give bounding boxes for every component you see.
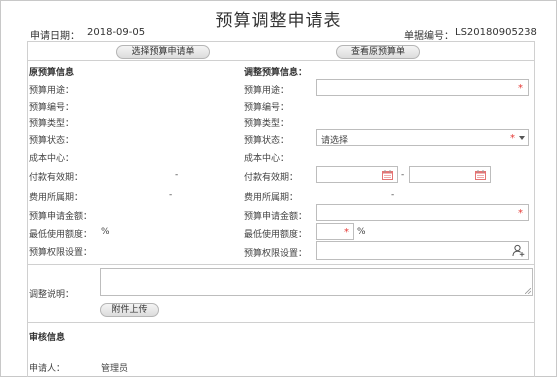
table-top-border bbox=[27, 41, 534, 42]
approval-heading: 审核信息 bbox=[29, 333, 66, 343]
select-budget-button[interactable]: 选择预算申请单 bbox=[116, 45, 210, 59]
view-budget-button[interactable]: 查看原预算单 bbox=[336, 45, 420, 59]
left-cost-center-label: 成本中心： bbox=[29, 154, 75, 164]
right-purpose-label: 预算用途： bbox=[244, 86, 290, 96]
user-add-icon[interactable] bbox=[512, 244, 525, 257]
remarks-label: 调整说明： bbox=[29, 290, 75, 300]
calendar-icon[interactable] bbox=[382, 170, 393, 180]
payment-start-date-input[interactable] bbox=[316, 166, 398, 183]
required-marker: * bbox=[510, 133, 515, 144]
adjusted-budget-heading: 调整预算信息： bbox=[244, 68, 308, 78]
left-min-usage-percent: % bbox=[101, 227, 110, 237]
table-header-divider bbox=[27, 60, 534, 61]
right-expense-period-dash: - bbox=[391, 190, 395, 200]
required-marker: * bbox=[344, 227, 349, 238]
left-expense-period-dash: - bbox=[169, 190, 173, 200]
resize-grip-icon[interactable] bbox=[525, 288, 531, 294]
permission-input[interactable] bbox=[316, 241, 529, 260]
remarks-textarea[interactable] bbox=[100, 268, 533, 296]
required-marker: * bbox=[518, 83, 523, 94]
right-status-label: 预算状态： bbox=[244, 136, 290, 146]
doc-number-value: LS20180905238 bbox=[455, 27, 537, 38]
left-payment-period-dash: - bbox=[175, 170, 179, 180]
right-permission-label: 预算权限设置： bbox=[244, 249, 308, 259]
left-status-label: 预算状态： bbox=[29, 136, 75, 146]
table-right-border bbox=[534, 41, 535, 377]
left-payment-period-label: 付款有效期： bbox=[29, 173, 84, 183]
form-frame bbox=[0, 0, 557, 377]
right-cost-center-label: 成本中心： bbox=[244, 154, 290, 164]
right-amount-label: 预算申请金额： bbox=[244, 212, 308, 222]
status-select[interactable]: 请选择 * bbox=[316, 129, 529, 146]
left-number-label: 预算编号： bbox=[29, 103, 75, 113]
payment-range-separator: - bbox=[401, 170, 405, 180]
apply-date-label: 申请日期： bbox=[30, 31, 80, 42]
amount-input[interactable]: * bbox=[316, 204, 529, 221]
right-number-label: 预算编号： bbox=[244, 103, 290, 113]
min-usage-input[interactable]: * bbox=[316, 223, 354, 240]
right-min-usage-percent: % bbox=[357, 227, 366, 237]
purpose-input[interactable]: * bbox=[316, 79, 529, 96]
table-approval-divider bbox=[27, 322, 534, 323]
applicant-label: 申请人： bbox=[29, 364, 66, 374]
payment-end-date-input[interactable] bbox=[409, 166, 491, 183]
left-expense-period-label: 费用所属期： bbox=[29, 193, 84, 203]
left-amount-label: 预算申请金额： bbox=[29, 212, 93, 222]
right-expense-period-label: 费用所属期： bbox=[244, 193, 299, 203]
left-permission-label: 预算权限设置： bbox=[29, 248, 93, 258]
left-purpose-label: 预算用途： bbox=[29, 86, 75, 96]
calendar-icon[interactable] bbox=[475, 170, 486, 180]
doc-number-label: 单据编号： bbox=[404, 31, 454, 42]
right-type-label: 预算类型： bbox=[244, 119, 290, 129]
attachment-upload-button[interactable]: 附件上传 bbox=[100, 303, 159, 317]
left-min-usage-label: 最低使用额度： bbox=[29, 230, 93, 240]
dropdown-caret-icon bbox=[519, 136, 525, 140]
applicant-value: 管理员 bbox=[101, 364, 129, 374]
original-budget-heading: 原预算信息 bbox=[29, 68, 75, 78]
right-payment-period-label: 付款有效期： bbox=[244, 173, 299, 183]
table-left-border bbox=[27, 41, 28, 377]
left-type-label: 预算类型： bbox=[29, 119, 75, 129]
table-middle-divider bbox=[27, 264, 534, 265]
apply-date-value: 2018-09-05 bbox=[87, 27, 146, 38]
required-marker: * bbox=[518, 208, 523, 219]
status-select-value: 请选择 bbox=[321, 136, 349, 146]
right-min-usage-label: 最低使用额度： bbox=[244, 230, 308, 240]
